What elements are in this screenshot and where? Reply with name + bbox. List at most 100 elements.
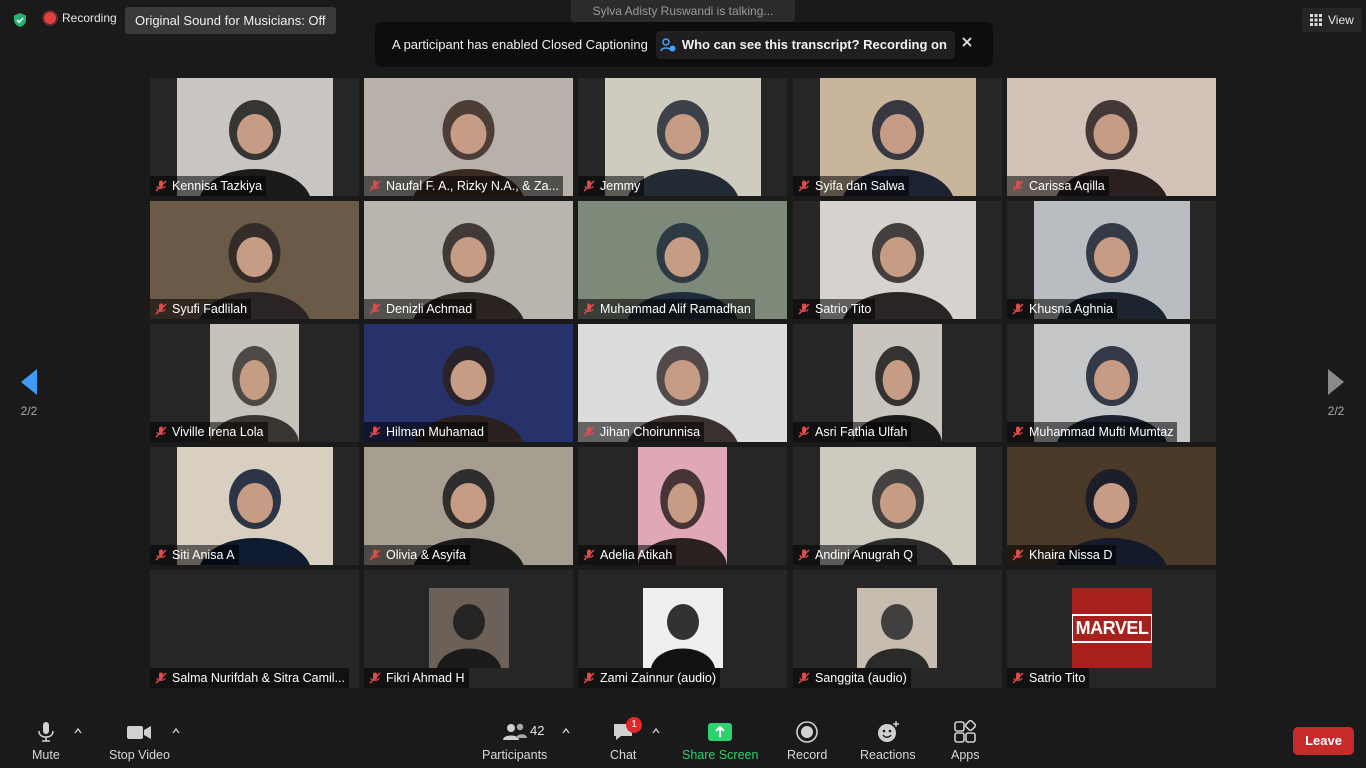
muted-microphone-icon <box>582 548 596 562</box>
participant-name: Khaira Nissa D <box>1029 548 1113 562</box>
participant-avatar <box>429 588 509 668</box>
participant-tile[interactable]: Muhammad Alif Ramadhan <box>578 201 787 319</box>
participant-tile[interactable]: Khusna Aghnia <box>1007 201 1216 319</box>
participant-name: Kennisa Tazkiya <box>172 179 263 193</box>
stop-video-button[interactable]: Stop Video <box>109 720 170 762</box>
original-sound-button[interactable]: Original Sound for Musicians: Off <box>125 7 336 34</box>
participant-name: Olivia & Asyifa <box>386 548 466 562</box>
banner-message: A participant has enabled Closed Caption… <box>392 37 648 52</box>
chevron-up-icon[interactable] <box>171 726 181 736</box>
active-speaker-notice: Sylva Adisty Ruswandi is talking... <box>571 0 795 22</box>
participant-name-label: Sanggita (audio) <box>793 668 911 688</box>
participant-name: Jihan Choirunnisa <box>600 425 701 439</box>
participant-tile[interactable]: Muhammad Mufti Mumtaz <box>1007 324 1216 442</box>
participant-name-label: Naufal F. A., Rizky N.A., & Za... <box>364 176 563 196</box>
record-label: Record <box>787 748 828 762</box>
participant-tile[interactable]: Andini Anugrah Q <box>793 447 1002 565</box>
share-screen-button[interactable]: Share Screen <box>682 720 758 762</box>
grid-view-icon <box>1310 14 1322 26</box>
participant-avatar: MARVEL <box>1072 588 1152 668</box>
person-info-icon <box>660 37 676 51</box>
participant-tile[interactable]: Syifa dan Salwa <box>793 78 1002 196</box>
participant-tile[interactable]: Satrio Tito <box>793 201 1002 319</box>
participant-name-label: Carissa Aqilla <box>1007 176 1109 196</box>
page-indicator-left: 2/2 <box>20 404 38 418</box>
participant-tile[interactable]: Zami Zainnur (audio) <box>578 570 787 688</box>
participant-name: Viville Irena Lola <box>172 425 264 439</box>
participant-name-label: Olivia & Asyifa <box>364 545 470 565</box>
reactions-button[interactable]: Reactions <box>860 720 916 762</box>
chevron-up-icon[interactable] <box>651 726 661 736</box>
participant-tile[interactable]: Asri Fathia Ulfah <box>793 324 1002 442</box>
close-icon[interactable] <box>959 34 975 50</box>
muted-microphone-icon <box>797 302 811 316</box>
participant-tile[interactable]: Khaira Nissa D <box>1007 447 1216 565</box>
share-screen-label: Share Screen <box>682 748 759 762</box>
participant-name-label: Syifa dan Salwa <box>793 176 909 196</box>
participant-avatar <box>643 588 723 668</box>
view-button[interactable]: View <box>1302 8 1362 32</box>
muted-microphone-icon <box>582 302 596 316</box>
arrow-right-icon[interactable] <box>1326 368 1346 396</box>
participant-tile[interactable]: Kennisa Tazkiya <box>150 78 359 196</box>
participant-tile[interactable]: Naufal F. A., Rizky N.A., & Za... <box>364 78 573 196</box>
participant-name: Salma Nurifdah & Sitra Camil... <box>172 671 345 685</box>
participant-tile[interactable]: Adelia Atikah <box>578 447 787 565</box>
muted-microphone-icon <box>797 671 811 685</box>
muted-microphone-icon <box>368 179 382 193</box>
arrow-left-icon[interactable] <box>19 368 39 396</box>
participant-name: Sanggita (audio) <box>815 671 907 685</box>
participant-name-label: Asri Fathia Ulfah <box>793 422 912 442</box>
recording-indicator[interactable]: Recording <box>44 11 117 25</box>
security-shield-icon[interactable] <box>12 12 28 28</box>
participant-tile[interactable]: MARVEL Satrio Tito <box>1007 570 1216 688</box>
participant-tile[interactable]: Salma Nurifdah & Sitra Camil... <box>150 570 359 688</box>
previous-page-nav[interactable]: 2/2 <box>14 368 44 418</box>
next-page-nav[interactable]: 2/2 <box>1321 368 1351 418</box>
participant-name-label: Khusna Aghnia <box>1007 299 1118 319</box>
chevron-up-icon[interactable] <box>561 726 571 736</box>
participant-name: Asri Fathia Ulfah <box>815 425 908 439</box>
participant-tile[interactable]: Fikri Ahmad H <box>364 570 573 688</box>
leave-button[interactable]: Leave <box>1293 727 1354 755</box>
muted-microphone-icon <box>368 302 382 316</box>
mute-label: Mute <box>32 748 60 762</box>
participant-name-label: Denizli Achmad <box>364 299 477 319</box>
muted-microphone-icon <box>368 548 382 562</box>
mute-button[interactable]: Mute <box>32 720 60 762</box>
participant-tile[interactable]: Hilman Muhamad <box>364 324 573 442</box>
participant-tile[interactable]: Carissa Aqilla <box>1007 78 1216 196</box>
participant-name-label: Salma Nurifdah & Sitra Camil... <box>150 668 349 688</box>
participant-tile[interactable]: Jemmy <box>578 78 787 196</box>
participant-tile[interactable]: Sanggita (audio) <box>793 570 1002 688</box>
participant-name-label: Hilman Muhamad <box>364 422 488 442</box>
participant-tile[interactable]: Denizli Achmad <box>364 201 573 319</box>
meeting-toolbar: Mute Stop Video Participants 42 Chat 1 S… <box>0 708 1366 768</box>
muted-microphone-icon <box>154 302 168 316</box>
participant-name: Fikri Ahmad H <box>386 671 465 685</box>
participant-name: Denizli Achmad <box>386 302 473 316</box>
participant-tile[interactable]: Siti Anisa A <box>150 447 359 565</box>
participant-tile[interactable]: Olivia & Asyifa <box>364 447 573 565</box>
active-speaker-text: Sylva Adisty Ruswandi is talking... <box>592 4 774 18</box>
participant-tile[interactable]: Jihan Choirunnisa <box>578 324 787 442</box>
page-indicator-right: 2/2 <box>1327 404 1345 418</box>
participant-name: Syufi Fadlilah <box>172 302 248 316</box>
record-icon <box>796 721 818 743</box>
participant-tile[interactable]: Syufi Fadlilah <box>150 201 359 319</box>
muted-microphone-icon <box>582 179 596 193</box>
participant-name-label: Andini Anugrah Q <box>793 545 917 565</box>
apps-button[interactable]: Apps <box>951 720 980 762</box>
participant-name-label: Khaira Nissa D <box>1007 545 1117 565</box>
chevron-up-icon[interactable] <box>73 726 83 736</box>
muted-microphone-icon <box>1011 671 1025 685</box>
gallery-grid: Kennisa Tazkiya Naufal F. A., Rizky N.A.,… <box>150 78 1216 689</box>
video-camera-icon <box>127 726 152 739</box>
participant-tile[interactable]: Viville Irena Lola <box>150 324 359 442</box>
record-button[interactable]: Record <box>787 720 827 762</box>
share-screen-icon <box>708 723 733 741</box>
muted-microphone-icon <box>582 671 596 685</box>
transcript-visibility-button[interactable]: Who can see this transcript? Recording o… <box>655 30 955 59</box>
muted-microphone-icon <box>368 671 382 685</box>
participant-name-label: Muhammad Alif Ramadhan <box>578 299 755 319</box>
